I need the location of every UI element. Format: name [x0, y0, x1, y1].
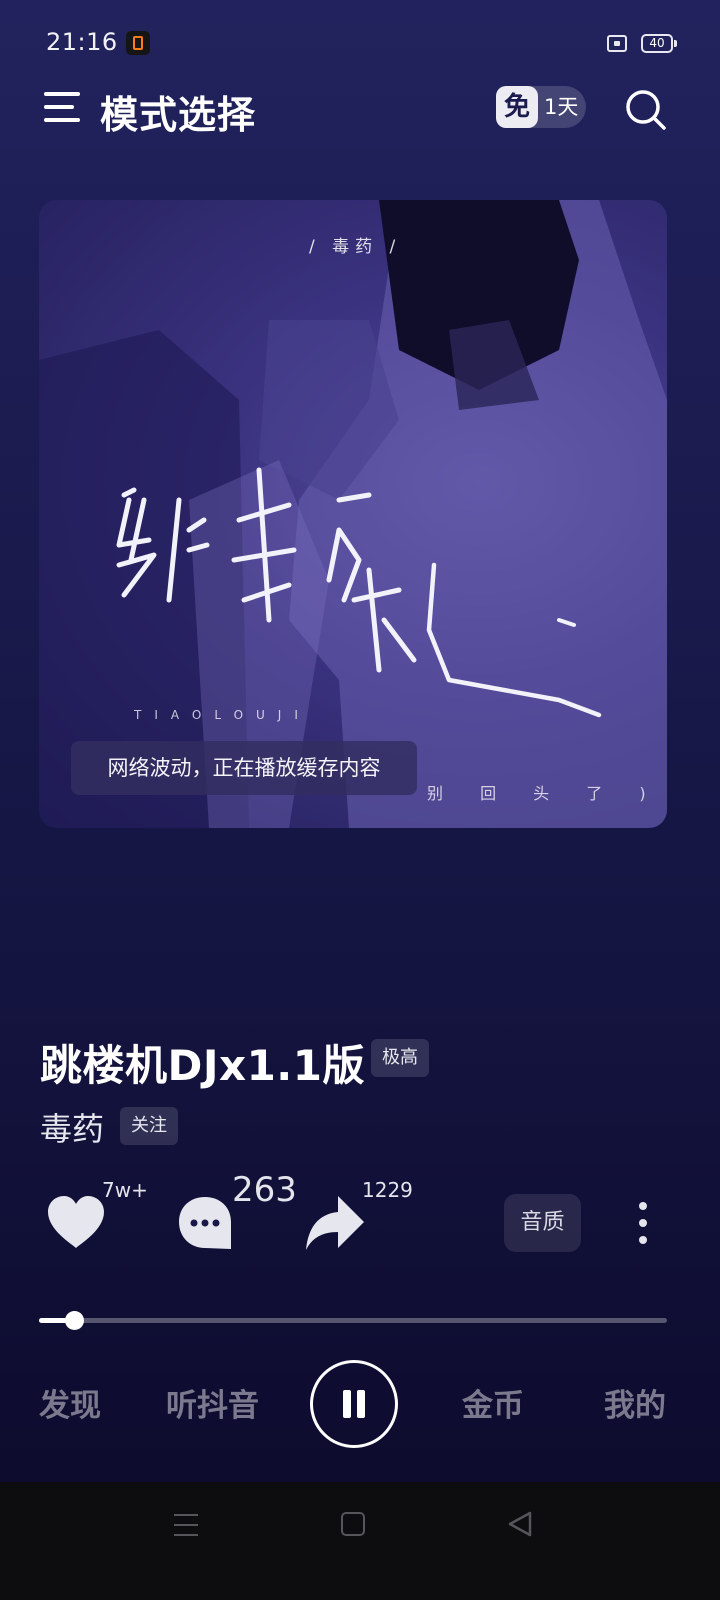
share-icon[interactable]: [302, 1192, 368, 1254]
network-toast: 网络波动，正在播放缓存内容: [71, 741, 417, 795]
quality-tag: 极高: [371, 1039, 429, 1077]
sim-icon: [607, 35, 627, 52]
song-title[interactable]: 跳楼机DJx1.1版: [40, 1032, 365, 1093]
album-cover[interactable]: / 毒药 / TIAOLOUJI 别 回 头 了 ): [39, 200, 667, 828]
follow-button[interactable]: 关注: [120, 1107, 178, 1145]
menu-icon[interactable]: [44, 90, 84, 126]
system-navigation-bar: [0, 1482, 720, 1600]
share-count: 1229: [362, 1178, 413, 1202]
sound-quality-button[interactable]: 音质: [504, 1194, 581, 1252]
like-count: 7w+: [102, 1178, 148, 1202]
search-icon[interactable]: [624, 88, 668, 132]
pause-icon-bar: [357, 1390, 365, 1418]
cover-subtitle: / 毒药 /: [309, 237, 402, 257]
progress-bar[interactable]: [39, 1311, 667, 1330]
notification-app-icon: [126, 31, 150, 55]
tab-coins[interactable]: 金币: [462, 1380, 524, 1425]
recent-apps-icon[interactable]: [174, 1514, 198, 1536]
status-bar: 21:16 40: [0, 0, 720, 80]
pause-button[interactable]: [310, 1360, 398, 1448]
cover-pinyin: TIAOLOUJI: [134, 708, 311, 722]
tab-discover[interactable]: 发现: [39, 1380, 101, 1425]
page-title[interactable]: 模式选择: [100, 84, 256, 139]
tab-listen-douyin[interactable]: 听抖音: [166, 1380, 259, 1425]
more-icon[interactable]: [634, 1200, 652, 1246]
cover-illustration: [39, 200, 667, 828]
artist-name[interactable]: 毒药: [40, 1104, 104, 1150]
home-icon[interactable]: [341, 1512, 365, 1536]
free-days: 1天: [544, 95, 579, 119]
cover-lyric: 别 回 头 了 ): [427, 784, 662, 803]
pause-icon: [343, 1390, 351, 1418]
free-mark: 免: [496, 86, 538, 128]
comment-count: 263: [232, 1170, 297, 1210]
progress-thumb[interactable]: [64, 1311, 84, 1330]
heart-icon[interactable]: [44, 1192, 108, 1252]
status-time: 21:16: [46, 28, 118, 56]
back-icon[interactable]: [506, 1510, 534, 1538]
battery-icon: 40: [641, 34, 677, 53]
free-trial-badge[interactable]: 免 1天: [496, 86, 586, 128]
tab-mine[interactable]: 我的: [604, 1380, 666, 1425]
comment-icon[interactable]: [176, 1194, 234, 1252]
